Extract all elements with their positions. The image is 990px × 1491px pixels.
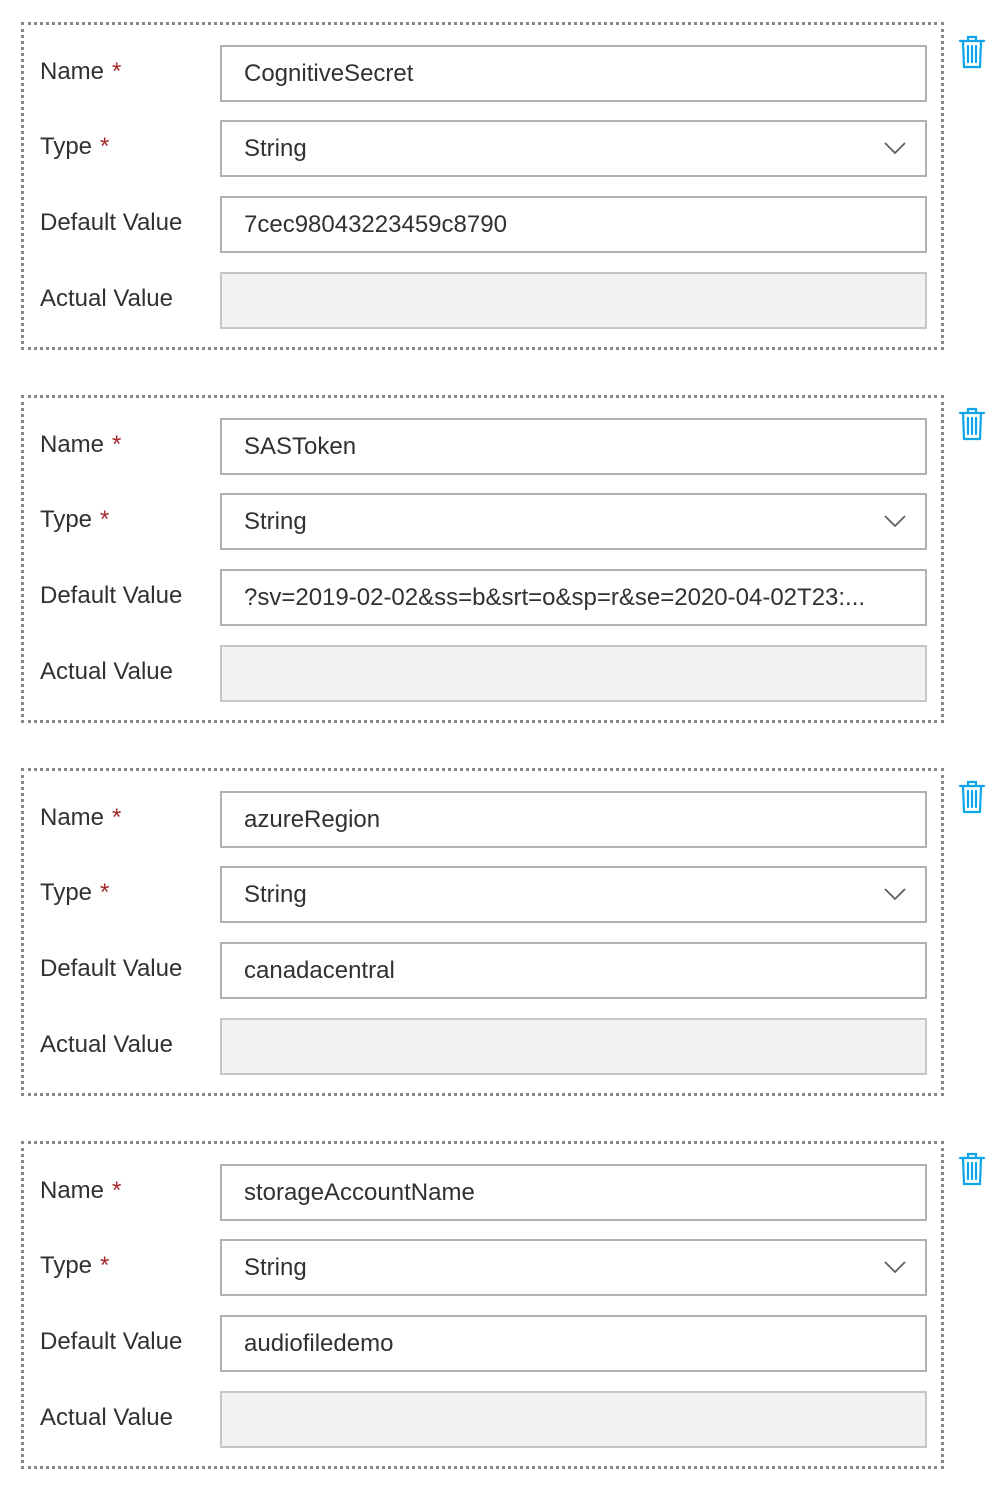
type-row: Type * String xyxy=(24,120,941,178)
name-label: Name * xyxy=(40,804,122,831)
required-marker: * xyxy=(112,1177,122,1204)
type-row: Type * String xyxy=(24,1239,941,1297)
default-value-input[interactable]: ?sv=2019-02-02&ss=b&srt=o&sp=r&se=2020-0… xyxy=(220,569,927,626)
required-marker: * xyxy=(100,1252,110,1279)
default-value-input[interactable]: 7cec98043223459c8790 xyxy=(220,196,927,253)
default-value-input[interactable]: canadacentral xyxy=(220,942,927,999)
actual-value-row: Actual Value xyxy=(24,645,941,703)
name-label: Name * xyxy=(40,1177,122,1204)
name-label: Name * xyxy=(40,58,122,85)
parameter-card: Name * CognitiveSecret Type * String Defau… xyxy=(21,22,944,350)
default-value-row: Default Value ?sv=2019-02-02&ss=b&srt=o&… xyxy=(24,569,941,627)
type-dropdown[interactable]: String xyxy=(220,493,927,550)
type-selected-value: String xyxy=(244,1254,307,1281)
required-marker: * xyxy=(112,431,122,458)
type-selected-value: String xyxy=(244,135,307,162)
name-label: Name * xyxy=(40,431,122,458)
type-row: Type * String xyxy=(24,866,941,924)
required-marker: * xyxy=(100,133,110,160)
default-value-label: Default Value xyxy=(40,209,183,236)
default-value-label: Default Value xyxy=(40,1328,183,1355)
type-dropdown[interactable]: String xyxy=(220,866,927,923)
chevron-down-icon xyxy=(884,1261,906,1274)
parameter-card: Name * SASToken Type * String Default Valu… xyxy=(21,395,944,723)
required-marker: * xyxy=(112,804,122,831)
name-row: Name * SASToken xyxy=(24,418,941,476)
default-value-label: Default Value xyxy=(40,955,183,982)
name-input[interactable]: CognitiveSecret xyxy=(220,45,927,102)
type-selected-value: String xyxy=(244,508,307,535)
name-row: Name * storageAccountName xyxy=(24,1164,941,1222)
type-label: Type * xyxy=(40,1252,110,1279)
actual-value-row: Actual Value xyxy=(24,1018,941,1076)
chevron-down-icon xyxy=(884,142,906,155)
trash-icon[interactable] xyxy=(958,35,986,69)
required-marker: * xyxy=(100,879,110,906)
type-dropdown[interactable]: String xyxy=(220,120,927,177)
actual-value-label: Actual Value xyxy=(40,285,173,312)
actual-value-row: Actual Value xyxy=(24,272,941,330)
required-marker: * xyxy=(112,58,122,85)
actual-value-input xyxy=(220,1391,927,1448)
name-row: Name * azureRegion xyxy=(24,791,941,849)
type-label: Type * xyxy=(40,879,110,906)
trash-icon[interactable] xyxy=(958,780,986,814)
actual-value-input xyxy=(220,1018,927,1075)
chevron-down-icon xyxy=(884,515,906,528)
default-value-input[interactable]: audiofiledemo xyxy=(220,1315,927,1372)
actual-value-label: Actual Value xyxy=(40,1031,173,1058)
default-value-row: Default Value canadacentral xyxy=(24,942,941,1000)
parameter-card: Name * azureRegion Type * String Default V… xyxy=(21,768,944,1096)
actual-value-label: Actual Value xyxy=(40,1404,173,1431)
required-marker: * xyxy=(100,506,110,533)
name-row: Name * CognitiveSecret xyxy=(24,45,941,103)
name-input[interactable]: SASToken xyxy=(220,418,927,475)
chevron-down-icon xyxy=(884,888,906,901)
name-input[interactable]: storageAccountName xyxy=(220,1164,927,1221)
type-dropdown[interactable]: String xyxy=(220,1239,927,1296)
actual-value-label: Actual Value xyxy=(40,658,173,685)
default-value-label: Default Value xyxy=(40,582,183,609)
type-selected-value: String xyxy=(244,881,307,908)
actual-value-input xyxy=(220,645,927,702)
actual-value-row: Actual Value xyxy=(24,1391,941,1449)
trash-icon[interactable] xyxy=(958,407,986,441)
type-row: Type * String xyxy=(24,493,941,551)
default-value-row: Default Value 7cec98043223459c8790 xyxy=(24,196,941,254)
default-value-row: Default Value audiofiledemo xyxy=(24,1315,941,1373)
type-label: Type * xyxy=(40,133,110,160)
actual-value-input xyxy=(220,272,927,329)
name-input[interactable]: azureRegion xyxy=(220,791,927,848)
parameter-card: Name * storageAccountName Type * String De… xyxy=(21,1141,944,1469)
trash-icon[interactable] xyxy=(958,1152,986,1186)
type-label: Type * xyxy=(40,506,110,533)
